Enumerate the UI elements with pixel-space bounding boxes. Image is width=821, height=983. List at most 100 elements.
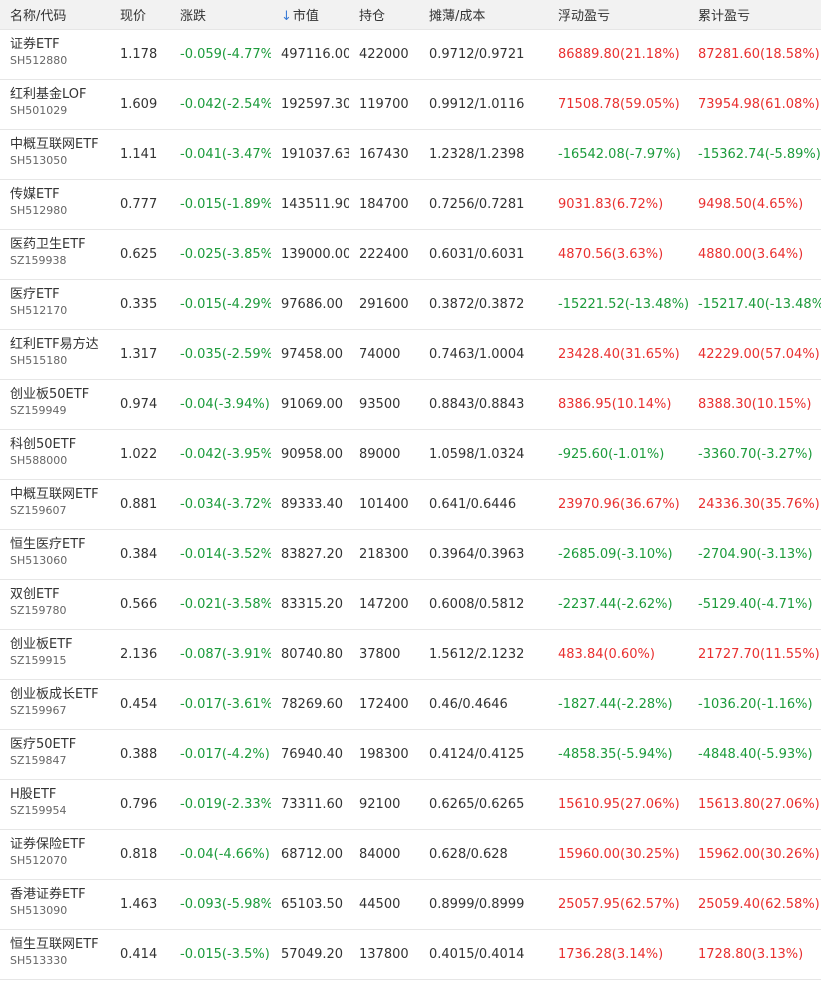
market-value-cell: 97686.00 [281, 296, 344, 312]
fund-name[interactable]: 创业板50ETF [10, 386, 110, 403]
header-cumulative-pl[interactable]: 累计盈亏 [688, 0, 821, 30]
header-price[interactable]: 现价 [110, 0, 170, 30]
cost-cell: 0.7256/0.7281 [429, 196, 525, 212]
cumulative-pl-cell: 1728.80(3.13%) [698, 946, 804, 962]
header-name-code[interactable]: 名称/代码 [0, 0, 110, 30]
name-cell[interactable]: 中概互联网ETF SH513050 [0, 129, 110, 179]
table-row[interactable]: 医疗ETF SH512170 0.335 -0.015(-4.29%) 97686.00… [0, 279, 821, 329]
header-cost[interactable]: 摊薄/成本 [419, 0, 548, 30]
name-cell[interactable]: 红利基金LOF SH501029 [0, 79, 110, 129]
name-cell[interactable]: 证券ETF SH512880 [0, 29, 110, 79]
name-cell[interactable]: 证券保险ETF SH512070 [0, 829, 110, 879]
name-cell[interactable]: 医疗50ETF SZ159847 [0, 729, 110, 779]
fund-name[interactable]: 证券ETF [10, 36, 110, 53]
name-cell[interactable]: 恒生互联网ETF SH513330 [0, 929, 110, 979]
table-row[interactable]: 传媒ETF SH512980 0.777 -0.015(-1.89%) 143511.9… [0, 179, 821, 229]
floating-pl-cell: 25057.95(62.57%) [558, 896, 680, 912]
table-row[interactable]: 创业板ETF SZ159915 2.136 -0.087(-3.91%) 80740.8… [0, 629, 821, 679]
table-header: 名称/代码 现价 涨跌 ↓市值 持仓 摊薄/成本 浮动盈亏 累计盈亏 [0, 0, 821, 30]
cumulative-pl-cell: -15217.40(-13.48%) [698, 296, 821, 312]
fund-name[interactable]: 传媒ETF [10, 186, 110, 203]
table-row[interactable]: H股ETF SZ159954 0.796 -0.019(-2.33%) 73311.60… [0, 779, 821, 829]
table-row[interactable]: 红利基金LOF SH501029 1.609 -0.042(-2.54%) 192597… [0, 79, 821, 129]
name-cell[interactable]: 创业板ETF SZ159915 [0, 629, 110, 679]
position-cell: 84000 [359, 846, 401, 862]
fund-name[interactable]: 医药卫生ETF [10, 236, 110, 253]
table-row[interactable]: 恒生互联网ETF SH513330 0.414 -0.015(-3.5%) 57049.… [0, 929, 821, 979]
market-value-cell: 57049.20 [281, 946, 344, 962]
cost-cell: 1.0598/1.0324 [429, 446, 525, 462]
position-cell: 218300 [359, 546, 409, 562]
table-row[interactable]: 双创ETF SZ159780 0.566 -0.021(-3.58%) 83315.20… [0, 579, 821, 629]
cumulative-pl-cell: 9498.50(4.65%) [698, 196, 804, 212]
table-row[interactable]: 红利ETF易方达 SH515180 1.317 -0.035(-2.59%) 97458… [0, 329, 821, 379]
change-cell: -0.042(-2.54%) [180, 96, 271, 112]
position-cell: 172400 [359, 696, 409, 712]
position-cell: 198300 [359, 746, 409, 762]
floating-pl-cell: 4870.56(3.63%) [558, 246, 664, 262]
name-cell[interactable]: 医疗ETF SH512170 [0, 279, 110, 329]
header-position[interactable]: 持仓 [349, 0, 419, 30]
fund-name[interactable]: 科创50ETF [10, 436, 110, 453]
name-cell[interactable]: 传媒ETF SH512980 [0, 179, 110, 229]
table-row[interactable]: 香港证券ETF SH513090 1.463 -0.093(-5.98%) 65103.… [0, 879, 821, 929]
name-cell[interactable]: H股ETF SZ159954 [0, 779, 110, 829]
table-row[interactable]: 证券保险ETF SH512070 0.818 -0.04(-4.66%) 68712.0… [0, 829, 821, 879]
floating-pl-cell: 86889.80(21.18%) [558, 46, 680, 62]
market-value-cell: 76940.40 [281, 746, 344, 762]
fund-name[interactable]: 创业板ETF [10, 636, 110, 653]
price-cell: 0.881 [120, 496, 158, 512]
name-cell[interactable]: 恒生医疗ETF SH513060 [0, 529, 110, 579]
position-cell: 184700 [359, 196, 409, 212]
fund-code: SH512070 [10, 854, 68, 867]
cost-cell: 0.6008/0.5812 [429, 596, 525, 612]
name-cell[interactable]: 香港证券ETF SH513090 [0, 879, 110, 929]
floating-pl-cell: 71508.78(59.05%) [558, 96, 680, 112]
header-change[interactable]: 涨跌 [170, 0, 271, 30]
cumulative-pl-cell: 4880.00(3.64%) [698, 246, 804, 262]
table-row[interactable]: 医药卫生ETF SZ159938 0.625 -0.025(-3.85%) 139000… [0, 229, 821, 279]
cumulative-pl-cell: 25059.40(62.58%) [698, 896, 820, 912]
header-market-value[interactable]: ↓市值 [271, 0, 349, 30]
change-cell: -0.041(-3.47%) [180, 146, 271, 162]
name-cell[interactable]: 创业板成长ETF SZ159967 [0, 679, 110, 729]
table-row[interactable]: 中概互联网ETF SZ159607 0.881 -0.034(-3.72%) 89333… [0, 479, 821, 529]
table-row[interactable]: 医疗50ETF SZ159847 0.388 -0.017(-4.2%) 76940.4… [0, 729, 821, 779]
fund-code: SZ159938 [10, 254, 67, 267]
fund-name[interactable]: 医疗50ETF [10, 736, 110, 753]
table-row[interactable]: 创业板50ETF SZ159949 0.974 -0.04(-3.94%) 91069.… [0, 379, 821, 429]
table-row[interactable]: 恒生医疗ETF SH513060 0.384 -0.014(-3.52%) 83827.… [0, 529, 821, 579]
fund-name[interactable]: 红利ETF易方达 [10, 336, 110, 353]
header-floating-pl[interactable]: 浮动盈亏 [548, 0, 688, 30]
fund-code: SH513090 [10, 904, 68, 917]
name-cell[interactable]: 中概互联网ETF SZ159607 [0, 479, 110, 529]
floating-pl-cell: -2685.09(-3.10%) [558, 546, 673, 562]
name-cell[interactable]: 红利ETF易方达 SH515180 [0, 329, 110, 379]
name-cell[interactable]: 创业板50ETF SZ159949 [0, 379, 110, 429]
change-cell: -0.015(-1.89%) [180, 196, 271, 212]
cost-cell: 0.9912/1.0116 [429, 96, 525, 112]
change-cell: -0.04(-3.94%) [180, 396, 270, 412]
fund-name[interactable]: 创业板成长ETF [10, 686, 110, 703]
fund-code: SZ159967 [10, 704, 67, 717]
market-value-cell: 80740.80 [281, 646, 344, 662]
table-row[interactable]: 创业板成长ETF SZ159967 0.454 -0.017(-3.61%) 78269… [0, 679, 821, 729]
fund-name[interactable]: 恒生医疗ETF [10, 536, 110, 553]
fund-name[interactable]: 恒生互联网ETF [10, 936, 110, 953]
fund-name[interactable]: 中概互联网ETF [10, 486, 110, 503]
cumulative-pl-cell: 42229.00(57.04%) [698, 346, 820, 362]
table-row[interactable]: 中概互联网ETF SH513050 1.141 -0.041(-3.47%) 19103… [0, 129, 821, 179]
name-cell[interactable]: 医药卫生ETF SZ159938 [0, 229, 110, 279]
fund-name[interactable]: 双创ETF [10, 586, 110, 603]
fund-name[interactable]: H股ETF [10, 786, 110, 803]
change-cell: -0.059(-4.77%) [180, 46, 271, 62]
table-row[interactable]: 证券ETF SH512880 1.178 -0.059(-4.77%) 497116.0… [0, 29, 821, 79]
fund-name[interactable]: 证券保险ETF [10, 836, 110, 853]
fund-name[interactable]: 红利基金LOF [10, 86, 110, 103]
fund-name[interactable]: 香港证券ETF [10, 886, 110, 903]
fund-name[interactable]: 中概互联网ETF [10, 136, 110, 153]
fund-name[interactable]: 医疗ETF [10, 286, 110, 303]
name-cell[interactable]: 双创ETF SZ159780 [0, 579, 110, 629]
table-row[interactable]: 科创50ETF SH588000 1.022 -0.042(-3.95%) 90958.… [0, 429, 821, 479]
name-cell[interactable]: 科创50ETF SH588000 [0, 429, 110, 479]
